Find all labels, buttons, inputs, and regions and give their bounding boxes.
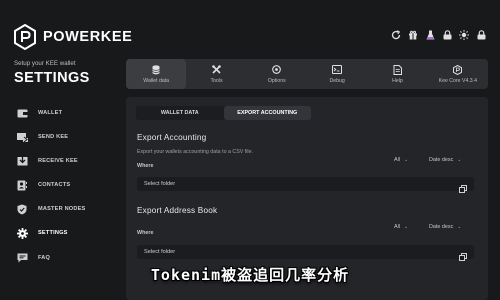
sort-dropdown[interactable]: Date desc ⌄ <box>429 224 461 230</box>
lock-icon[interactable] <box>442 30 452 40</box>
tool-label: Help <box>392 77 403 84</box>
gear-icon <box>15 226 29 240</box>
sort-value: Date desc <box>429 224 454 230</box>
tool-tools[interactable]: Tools <box>186 59 246 89</box>
database-icon <box>151 64 161 75</box>
tab-export-accounting[interactable]: EXPORT ACCOUNTING <box>223 106 311 120</box>
flask-icon[interactable] <box>425 30 435 40</box>
filter-value: All <box>394 157 400 163</box>
tool-help[interactable]: Help <box>367 59 427 89</box>
wallet-icon <box>15 106 29 120</box>
core-icon <box>453 64 463 75</box>
options-icon <box>272 65 282 75</box>
sidebar-item-label: FAQ <box>38 255 51 261</box>
export-address-book-title: Export Address Book <box>137 206 218 215</box>
tool-kee-core-version[interactable]: Kee Core V4.3.4 <box>428 59 488 89</box>
tool-debug[interactable]: Debug <box>307 59 367 89</box>
chevron-down-icon: ⌄ <box>404 224 409 230</box>
copy-icon[interactable] <box>459 180 467 193</box>
lock-icon[interactable] <box>476 30 486 40</box>
sidebar-item-label: WALLET <box>38 110 63 116</box>
sidebar-item-label: MASTER NODES <box>38 206 86 212</box>
status-icons <box>391 30 486 40</box>
copy-icon[interactable] <box>459 248 467 261</box>
sidebar-subtitle: Setup your KEE wallet <box>14 60 76 67</box>
sidebar-item-settings[interactable]: SETTINGS <box>15 226 68 240</box>
shield-icon <box>15 202 29 216</box>
tool-options[interactable]: Options <box>247 59 307 89</box>
sidebar-item-send-kee[interactable]: SEND KEE <box>15 130 68 144</box>
refresh-icon[interactable] <box>391 30 401 40</box>
sort-dropdown[interactable]: Date desc ⌄ <box>429 157 461 163</box>
where-label: Where <box>137 163 154 169</box>
chevron-down-icon: ⌄ <box>457 224 462 230</box>
tab-bar: WALLET DATA EXPORT ACCOUNTING <box>136 106 311 120</box>
logo: POWERKEE <box>14 24 132 50</box>
sidebar-item-contacts[interactable]: CONTACTS <box>15 178 70 192</box>
filter-dropdown[interactable]: All ⌄ <box>394 157 408 163</box>
folder-placeholder: Select folder <box>144 249 176 255</box>
sidebar-item-label: RECEIVE KEE <box>38 158 78 164</box>
sidebar-item-label: SEND KEE <box>38 134 69 140</box>
sidebar-item-label: CONTACTS <box>38 182 71 188</box>
chat-icon <box>15 251 29 265</box>
export-accounting-description: Export your wallets accounting data to a… <box>137 149 254 155</box>
tool-label: Options <box>267 77 286 84</box>
tab-wallet-data[interactable]: WALLET DATA <box>136 106 224 120</box>
tool-label: Tools <box>210 77 223 84</box>
tools-icon <box>211 65 221 75</box>
sidebar: POWERKEE Setup your KEE wallet SETTINGS … <box>0 0 132 300</box>
export-accounting-title: Export Accounting <box>137 133 207 142</box>
page-title: SETTINGS <box>14 70 90 86</box>
tool-wallet-data[interactable]: Wallet data <box>126 59 187 89</box>
folder-picker-field[interactable]: Select folder <box>137 245 474 261</box>
sidebar-item-wallet[interactable]: WALLET <box>15 106 62 120</box>
sun-icon[interactable] <box>459 30 469 40</box>
receive-icon <box>15 154 29 168</box>
sort-value: Date desc <box>429 157 454 163</box>
help-icon <box>392 64 402 75</box>
filter-dropdown[interactable]: All ⌄ <box>394 224 408 230</box>
filter-value: All <box>394 224 400 230</box>
powerkee-logo-icon <box>14 24 36 50</box>
sidebar-item-faq[interactable]: FAQ <box>15 251 50 265</box>
send-icon <box>15 130 29 144</box>
where-label: Where <box>137 230 154 236</box>
sidebar-item-label: SETTINGS <box>38 230 68 236</box>
settings-toolbar: Wallet data Tools Options Debug Help Kee… <box>126 59 488 89</box>
sidebar-item-receive-kee[interactable]: RECEIVE KEE <box>15 154 78 168</box>
gift-icon[interactable] <box>408 30 418 40</box>
tool-label: Kee Core V4.3.4 <box>438 77 477 84</box>
tool-label: Debug <box>329 77 345 84</box>
chevron-down-icon: ⌄ <box>404 157 409 163</box>
overlay-caption: Tokenim被盗追回几率分析 <box>150 266 350 284</box>
folder-placeholder: Select folder <box>144 181 176 187</box>
tool-label: Wallet data <box>143 77 170 84</box>
folder-picker-field[interactable]: Select folder <box>137 177 474 193</box>
debug-icon <box>332 65 343 75</box>
sidebar-item-master-nodes[interactable]: MASTER NODES <box>15 202 85 216</box>
chevron-down-icon: ⌄ <box>457 157 462 163</box>
brand-name: POWERKEE <box>43 29 133 45</box>
contacts-icon <box>15 178 29 192</box>
